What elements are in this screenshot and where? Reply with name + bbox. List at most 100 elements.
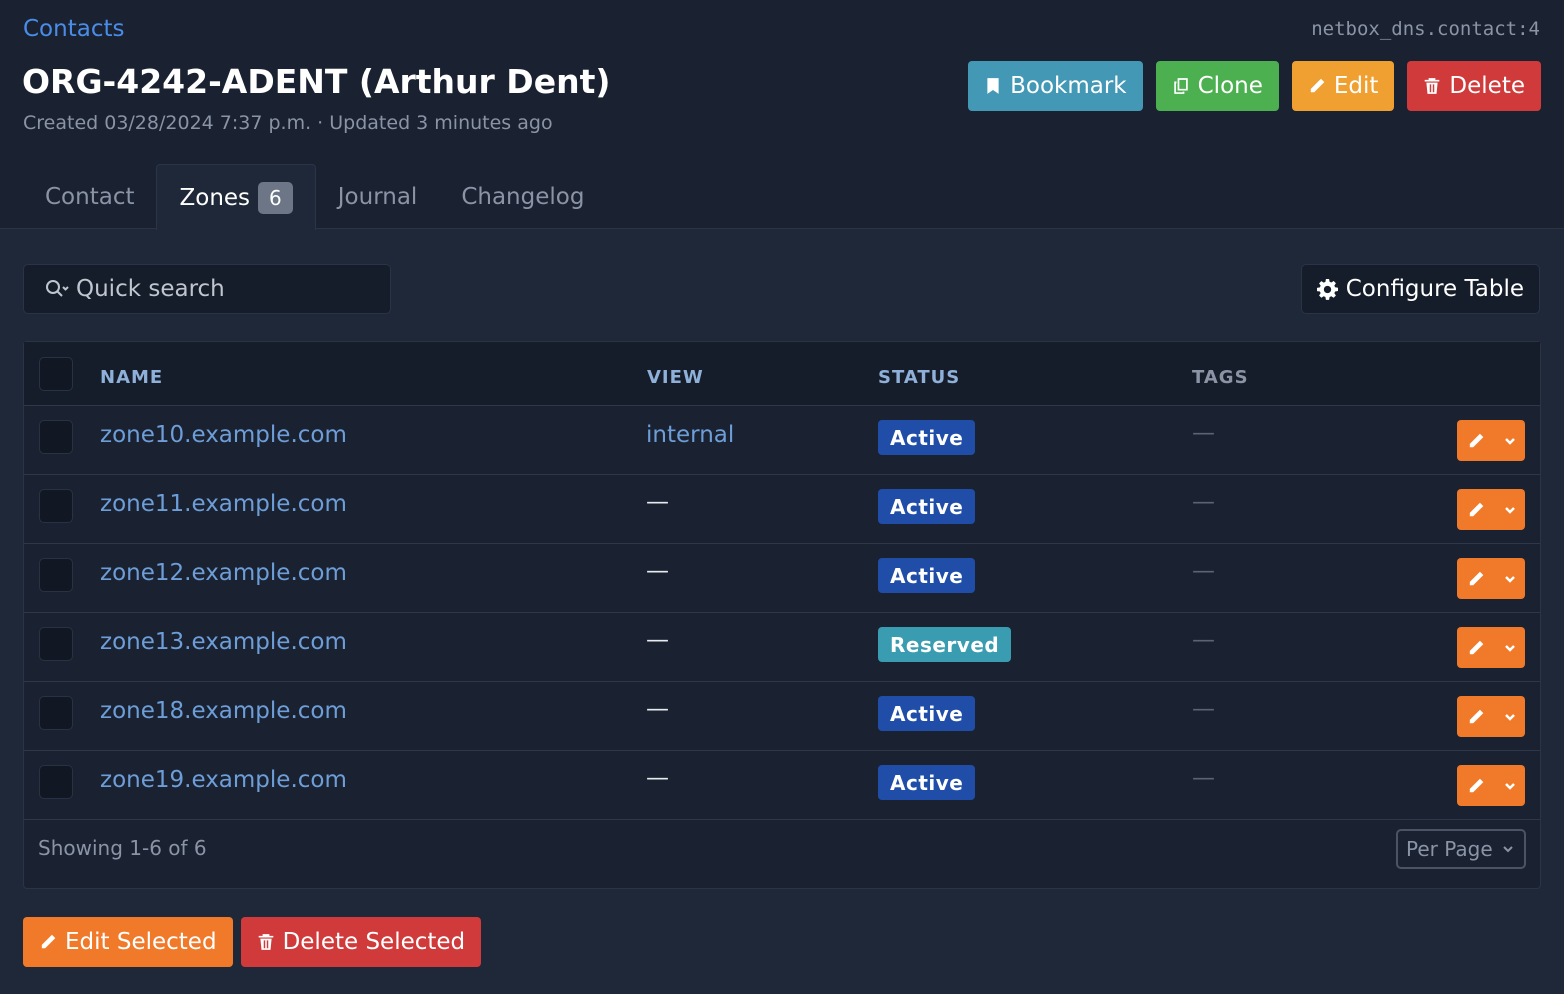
breadcrumb[interactable]: Contacts (23, 16, 124, 42)
table-row: zone13.example.com — Reserved — (24, 613, 1540, 682)
pencil-icon (1469, 778, 1484, 792)
status-badge: Reserved (878, 627, 1012, 662)
tags-cell: — (1192, 765, 1215, 791)
view-cell: — (646, 696, 669, 722)
chevron-down-icon[interactable] (1504, 711, 1516, 723)
column-header-tags: TAGS (1192, 367, 1249, 388)
chevron-down-icon[interactable] (1504, 780, 1516, 792)
table-row: zone18.example.com — Active — (24, 682, 1540, 751)
tab-contact[interactable]: Contact (23, 164, 156, 230)
zone-name-link[interactable]: zone13.example.com (100, 629, 347, 655)
view-cell: — (646, 489, 669, 515)
tags-cell: — (1192, 489, 1215, 515)
chevron-down-icon[interactable] (1504, 435, 1516, 447)
chevron-down-icon[interactable] (1504, 573, 1516, 585)
zones-count-badge: 6 (258, 181, 293, 214)
select-all-checkbox[interactable] (39, 357, 73, 391)
tab-changelog[interactable]: Changelog (439, 164, 606, 230)
row-edit-button[interactable] (1457, 558, 1525, 599)
page-title: ORG-4242-ADENT (Arthur Dent) (22, 62, 611, 101)
column-header-view[interactable]: VIEW (647, 367, 704, 388)
tags-cell: — (1192, 558, 1215, 584)
pencil-icon (1469, 640, 1484, 654)
tags-cell: — (1192, 696, 1215, 722)
row-edit-button[interactable] (1457, 696, 1525, 737)
pencil-icon (1469, 571, 1484, 585)
status-badge: Active (878, 765, 976, 800)
pencil-icon (1310, 78, 1325, 93)
chevron-down-icon (1502, 846, 1513, 853)
tab-zones[interactable]: Zones 6 (156, 164, 316, 230)
trash-icon (258, 934, 273, 950)
view-cell: — (646, 558, 669, 584)
configure-table-button[interactable]: Configure Table (1300, 264, 1540, 314)
edit-button[interactable]: Edit (1291, 61, 1395, 111)
table-header: NAME VIEW STATUS TAGS (24, 342, 1540, 406)
row-edit-button[interactable] (1457, 420, 1525, 461)
bookmark-button[interactable]: Bookmark (968, 61, 1143, 111)
tab-bar: Contact Zones 6 Journal Changelog (23, 164, 606, 230)
table-row: zone12.example.com — Active — (24, 544, 1540, 613)
row-checkbox[interactable] (39, 765, 73, 799)
pencil-icon (41, 934, 56, 949)
delete-label: Delete (1449, 73, 1525, 99)
row-checkbox[interactable] (39, 558, 73, 592)
per-page-dropdown[interactable]: Per Page (1396, 829, 1526, 869)
row-edit-button[interactable] (1457, 627, 1525, 668)
search-input[interactable] (76, 276, 356, 302)
zone-name-link[interactable]: zone19.example.com (100, 767, 347, 793)
bulk-actions: Edit Selected Delete Selected (23, 917, 482, 967)
tab-label: Changelog (461, 184, 585, 210)
zone-name-link[interactable]: zone18.example.com (100, 698, 347, 724)
delete-button[interactable]: Delete (1407, 61, 1541, 111)
chevron-down-icon[interactable] (1504, 642, 1516, 654)
row-checkbox[interactable] (39, 627, 73, 661)
status-badge: Active (878, 696, 976, 731)
view-link[interactable]: internal (646, 422, 734, 448)
row-edit-button[interactable] (1457, 489, 1525, 530)
status-badge: Active (878, 420, 976, 455)
quick-search (23, 264, 391, 314)
row-edit-button[interactable] (1457, 765, 1525, 806)
object-identifier: netbox_dns.contact:4 (1311, 18, 1540, 40)
delete-selected-label: Delete Selected (282, 929, 466, 955)
delete-selected-button[interactable]: Delete Selected (240, 917, 482, 967)
gear-icon (1316, 278, 1338, 300)
zone-name-link[interactable]: zone11.example.com (100, 491, 347, 517)
pencil-icon (1469, 433, 1484, 447)
chevron-down-icon[interactable] (1504, 504, 1516, 516)
table-row: zone19.example.com — Active — (24, 751, 1540, 820)
pagination-summary: Showing 1-6 of 6 (38, 836, 207, 860)
configure-table-label: Configure Table (1345, 276, 1524, 302)
tab-label: Zones (179, 184, 251, 211)
tags-cell: — (1192, 420, 1215, 446)
pencil-icon (1469, 709, 1484, 723)
tab-label: Contact (45, 184, 135, 210)
status-badge: Active (878, 558, 976, 593)
bookmark-label: Bookmark (1010, 73, 1127, 99)
edit-label: Edit (1333, 73, 1379, 99)
zone-name-link[interactable]: zone10.example.com (100, 422, 347, 448)
table-footer: Showing 1-6 of 6 Per Page (24, 820, 1540, 888)
search-icon (46, 280, 69, 297)
clone-icon (1173, 78, 1188, 94)
column-header-name[interactable]: NAME (100, 367, 163, 388)
row-checkbox[interactable] (39, 420, 73, 454)
table-row: zone10.example.com internal Active — (24, 406, 1540, 475)
tags-cell: — (1192, 627, 1215, 653)
tab-journal[interactable]: Journal (316, 164, 440, 230)
zone-name-link[interactable]: zone12.example.com (100, 560, 347, 586)
clone-label: Clone (1197, 73, 1263, 99)
column-header-status[interactable]: STATUS (878, 367, 960, 388)
edit-selected-button[interactable]: Edit Selected (23, 917, 233, 967)
clone-button[interactable]: Clone (1155, 61, 1279, 111)
created-updated-meta: Created 03/28/2024 7:37 p.m. · Updated 3… (23, 112, 553, 134)
object-actions: Bookmark Clone Edit Delete (968, 61, 1541, 111)
per-page-label: Per Page (1406, 837, 1493, 861)
bookmark-icon (987, 78, 999, 94)
row-checkbox[interactable] (39, 696, 73, 730)
zones-table: NAME VIEW STATUS TAGS zone10.example.com… (23, 341, 1541, 889)
view-cell: — (646, 627, 669, 653)
row-checkbox[interactable] (39, 489, 73, 523)
view-cell: — (646, 765, 669, 791)
